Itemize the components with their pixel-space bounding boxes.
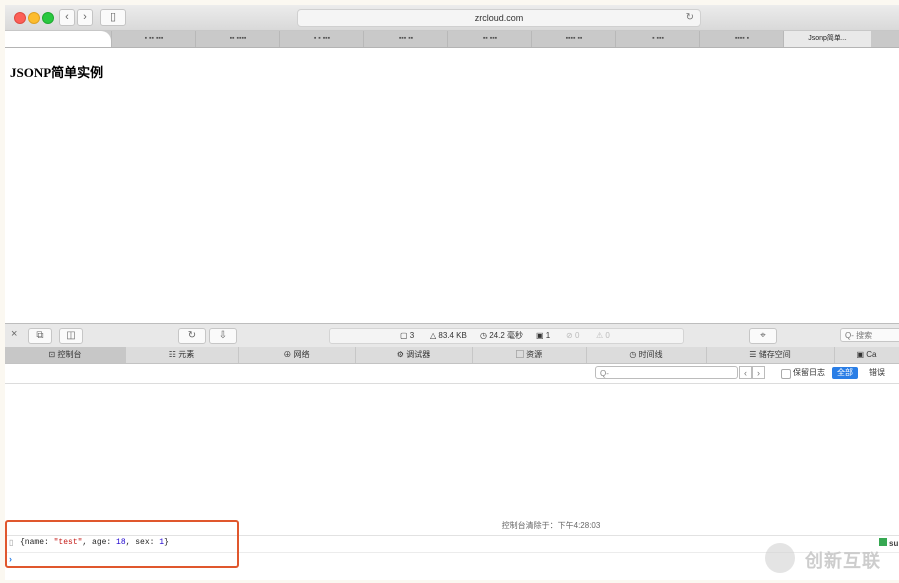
- crosshair-icon[interactable]: ⌖: [749, 328, 777, 344]
- browser-window: ‹ › ▯ zrcloud.com ↻ ▪ ▪▪ ▪▪▪ ▪▪ ▪▪▪▪ ▪ ▪…: [5, 5, 899, 580]
- tab[interactable]: ▪▪▪ ▪▪: [363, 31, 448, 47]
- watermark-text: 创新互联: [805, 551, 881, 571]
- chevron-right-icon[interactable]: ›: [752, 366, 765, 379]
- dock-icon[interactable]: ◫: [59, 328, 83, 344]
- console-filter-bar: Q- ‹ › 保留日志 全部 错误: [5, 364, 899, 384]
- devtools-search[interactable]: Q- 搜索: [840, 328, 899, 342]
- tab-network[interactable]: ⊕ 网络: [238, 347, 356, 363]
- badge-icon: [879, 538, 887, 546]
- tab-resources[interactable]: ▢ 资源: [472, 347, 587, 363]
- load-time: ◷ 24.2 毫秒: [480, 331, 523, 340]
- error-count: ⊘ 0: [566, 331, 580, 340]
- tab[interactable]: ▪▪▪▪ ▪: [699, 31, 784, 47]
- tab[interactable]: ▪ ▪▪▪: [615, 31, 700, 47]
- back-icon[interactable]: ‹: [59, 9, 75, 26]
- annotation-highlight-box: [5, 520, 239, 568]
- tab-bar: ▪ ▪▪ ▪▪▪ ▪▪ ▪▪▪▪ ▪ ▪ ▪▪▪ ▪▪▪ ▪▪ ▪▪ ▪▪▪ ▪…: [5, 31, 899, 48]
- page-heading: JSONP简单实例: [10, 65, 104, 80]
- tab-storage[interactable]: ☰ 储存空间: [706, 347, 835, 363]
- tab-elements[interactable]: ☷ 元素: [125, 347, 239, 363]
- zoom-window-button[interactable]: [42, 12, 54, 24]
- watermark-icon: [765, 543, 795, 573]
- tab[interactable]: ▪▪ ▪▪▪▪: [195, 31, 280, 47]
- log-count: ▣ 1: [536, 331, 551, 340]
- tab[interactable]: [5, 31, 111, 47]
- reload-icon[interactable]: ↻: [178, 328, 206, 344]
- page-stats: ▢ 3 △ 83.4 KB ◷ 24.2 毫秒 ▣ 1 ⊘ 0 ⚠ 0: [329, 328, 684, 344]
- sidebar-toggle-icon[interactable]: ▯: [100, 9, 126, 26]
- tab[interactable]: ▪ ▪▪ ▪▪▪: [111, 31, 196, 47]
- tab-console[interactable]: ⊡ 控制台: [5, 347, 126, 363]
- close-icon[interactable]: ×: [11, 328, 17, 340]
- download-icon[interactable]: ⇩: [209, 328, 237, 344]
- console-filter-input[interactable]: Q-: [595, 366, 738, 379]
- tab[interactable]: ▪▪ ▪▪▪: [447, 31, 532, 47]
- warning-count: ⚠ 0: [596, 331, 610, 340]
- resource-count: ▢ 3: [400, 331, 415, 340]
- tab-canvas[interactable]: ▣ Ca: [834, 347, 899, 363]
- preserve-log-label: 保留日志: [793, 368, 825, 377]
- side-badge: su: [879, 538, 898, 548]
- chevron-left-icon[interactable]: ‹: [739, 366, 752, 379]
- address-text: zrcloud.com: [474, 13, 524, 23]
- title-bar: ‹ › ▯ zrcloud.com ↻: [5, 5, 899, 31]
- resource-size: △ 83.4 KB: [430, 331, 467, 340]
- tab-active[interactable]: Jsonp简单...: [783, 31, 871, 47]
- reload-icon[interactable]: ↻: [686, 10, 694, 26]
- filter-all-button[interactable]: 全部: [832, 367, 858, 379]
- tab[interactable]: ▪▪▪▪ ▪▪: [531, 31, 616, 47]
- devtools-toolbar: × ⧉ ◫ ↻ ⇩ ▢ 3 △ 83.4 KB ◷ 24.2 毫秒 ▣ 1 ⊘ …: [5, 323, 899, 348]
- devtools-tabs: ⊡ 控制台 ☷ 元素 ⊕ 网络 ⚙ 调试器 ▢ 资源 ◷ 时间线 ☰ 储存空间 …: [5, 347, 899, 364]
- preserve-log-checkbox[interactable]: [781, 369, 791, 379]
- detach-icon[interactable]: ⧉: [28, 328, 52, 344]
- close-window-button[interactable]: [14, 12, 26, 24]
- filter-errors-button[interactable]: 错误: [869, 367, 885, 379]
- address-bar[interactable]: zrcloud.com ↻: [297, 9, 701, 27]
- forward-icon[interactable]: ›: [77, 9, 93, 26]
- tab-timeline[interactable]: ◷ 时间线: [586, 347, 707, 363]
- tab-debugger[interactable]: ⚙ 调试器: [355, 347, 473, 363]
- minimize-window-button[interactable]: [28, 12, 40, 24]
- tab[interactable]: ▪ ▪ ▪▪▪: [279, 31, 364, 47]
